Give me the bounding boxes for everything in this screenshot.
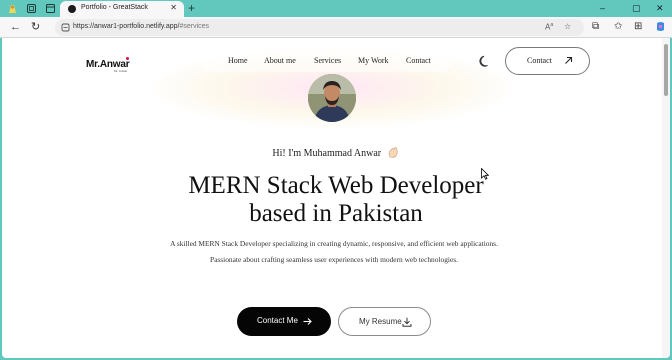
nav-item-my-work[interactable]: My Work bbox=[358, 56, 389, 65]
site-info-icon[interactable] bbox=[61, 23, 70, 32]
tab-close-icon[interactable]: ✕ bbox=[170, 3, 177, 12]
my-resume-button[interactable]: My Resume bbox=[338, 307, 431, 336]
profile-avatar bbox=[308, 74, 356, 122]
maximize-icon[interactable]: ▢ bbox=[632, 1, 641, 15]
tab-actions-icon[interactable] bbox=[45, 3, 56, 14]
browser-tab-bar: Portfolio - GreatStack ✕ + – ▢ ✕ bbox=[0, 0, 672, 17]
url-text[interactable]: https://anwar1-portfolio.netlify.app/#se… bbox=[73, 23, 209, 30]
hero-description: A skilled MERN Stack Developer specializ… bbox=[170, 239, 498, 264]
page-scrollbar[interactable] bbox=[662, 38, 670, 358]
waving-hand-icon bbox=[388, 147, 398, 158]
extensions-icon[interactable]: ⧉ bbox=[592, 20, 599, 34]
address-bar[interactable]: https://anwar1-portfolio.netlify.app/#se… bbox=[55, 19, 584, 36]
profile-photo bbox=[308, 74, 356, 122]
hero-headline: MERN Stack Web Developer based in Pakist… bbox=[2, 172, 670, 228]
mouse-cursor-icon bbox=[481, 168, 489, 180]
nav-item-home[interactable]: Home bbox=[228, 56, 248, 65]
close-window-icon[interactable]: ✕ bbox=[656, 1, 664, 15]
tab-title: Portfolio - GreatStack bbox=[81, 4, 148, 11]
copilot-icon[interactable] bbox=[655, 21, 666, 32]
url-host: https://anwar1-portfolio.netlify.app/ bbox=[73, 23, 180, 30]
nav-item-services[interactable]: Services bbox=[314, 56, 341, 65]
headline-line-1: MERN Stack Web Developer bbox=[188, 172, 484, 199]
header-contact-label: Contact bbox=[527, 56, 552, 65]
refresh-icon[interactable]: ↻ bbox=[31, 20, 40, 34]
favorites-icon[interactable]: ✩ bbox=[614, 20, 622, 34]
minimize-icon[interactable]: – bbox=[600, 1, 605, 15]
main-nav: Home About me Services My Work Contact bbox=[200, 50, 452, 72]
site-logo[interactable]: Mr.Anwar Mr. Anwar bbox=[86, 54, 130, 73]
collections-icon[interactable]: ⊞ bbox=[634, 20, 642, 34]
moon-icon[interactable] bbox=[478, 54, 492, 68]
scrollbar-thumb[interactable] bbox=[664, 44, 668, 96]
header-contact-button[interactable]: Contact bbox=[505, 47, 590, 75]
url-path: #services bbox=[179, 23, 210, 30]
download-icon bbox=[402, 317, 412, 327]
back-icon[interactable]: ← bbox=[10, 20, 21, 34]
my-resume-label: My Resume bbox=[359, 317, 402, 326]
browser-tab-active[interactable]: Portfolio - GreatStack ✕ bbox=[60, 1, 184, 17]
favorite-star-icon[interactable]: ☆ bbox=[564, 22, 571, 31]
nav-item-contact[interactable]: Contact bbox=[406, 56, 431, 65]
nav-item-about[interactable]: About me bbox=[264, 56, 296, 65]
arrow-up-right-icon bbox=[565, 56, 573, 64]
page-viewport: Mr.Anwar Mr. Anwar Home About me Service… bbox=[2, 38, 670, 358]
headline-line-2: based in Pakistan bbox=[249, 200, 423, 227]
arrow-right-icon bbox=[303, 318, 312, 325]
profile-icon[interactable] bbox=[7, 3, 18, 14]
logo-dot bbox=[126, 57, 129, 60]
logo-signature: Mr. Anwar bbox=[114, 69, 128, 73]
hero-greeting: Hi! I'm Muhammad Anwar bbox=[2, 146, 670, 159]
contact-me-button[interactable]: Contact Me bbox=[237, 307, 331, 336]
browser-toolbar: ← ↻ https://anwar1-portfolio.netlify.app… bbox=[0, 17, 672, 38]
greeting-text: Hi! I'm Muhammad Anwar bbox=[272, 148, 382, 159]
site-favicon-icon bbox=[68, 5, 76, 13]
new-tab-icon[interactable]: + bbox=[188, 1, 195, 15]
contact-me-label: Contact Me bbox=[257, 316, 298, 325]
workspaces-icon[interactable] bbox=[26, 3, 37, 14]
read-aloud-icon[interactable]: Aa bbox=[545, 22, 553, 32]
